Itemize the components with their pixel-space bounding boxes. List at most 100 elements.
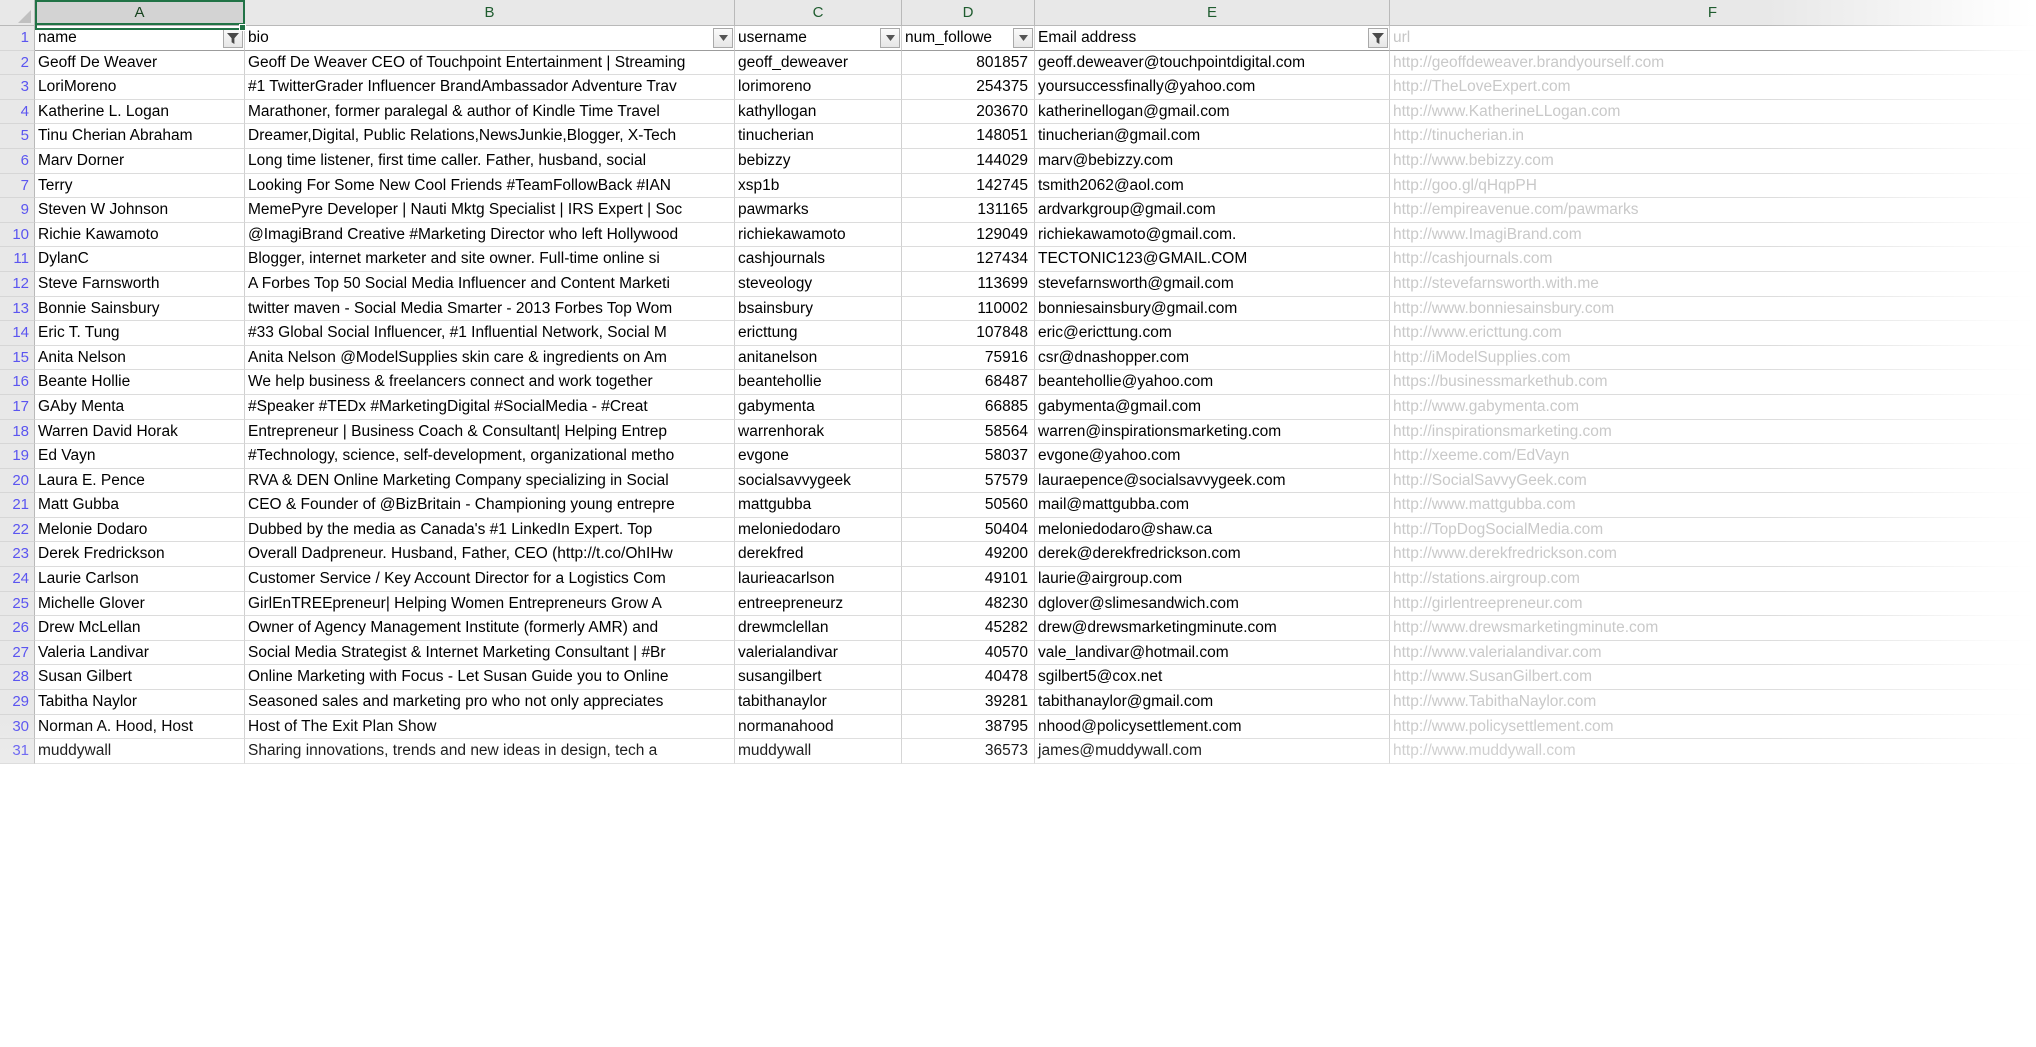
column-label-e[interactable]: Email address [1035, 26, 1390, 51]
cell-d26[interactable]: 45282 [902, 616, 1035, 641]
cell-b15[interactable]: Anita Nelson @ModelSupplies skin care & … [245, 345, 735, 371]
cell-b28[interactable]: Online Marketing with Focus - Let Susan … [245, 665, 735, 691]
row-number[interactable]: 7 [0, 173, 35, 199]
cell-d11[interactable]: 127434 [902, 247, 1035, 272]
row-number[interactable]: 17 [0, 394, 35, 420]
cell-d10[interactable]: 129049 [902, 222, 1035, 248]
cell-d21[interactable]: 50560 [902, 493, 1035, 518]
row-number[interactable]: 23 [0, 542, 35, 568]
cell-a16[interactable]: Beante Hollie [35, 370, 245, 395]
cell-b27[interactable]: Social Media Strategist & Internet Marke… [245, 640, 735, 666]
table-row[interactable]: 25 Michelle Glover GirlEnTREEpreneur| Help… [0, 591, 2036, 617]
table-row[interactable]: 9 Steven W Johnson MemePyre Developer | Na… [0, 198, 2036, 223]
cell-f13[interactable]: http://www.bonniesainsbury.com [1390, 296, 2036, 322]
cell-e17[interactable]: gabymenta@gmail.com [1035, 394, 1390, 420]
cell-f15[interactable]: http://iModelSupplies.com [1390, 345, 2036, 371]
cell-a20[interactable]: Laura E. Pence [35, 468, 245, 494]
cell-e2[interactable]: geoff.deweaver@touchpointdigital.com [1035, 50, 1390, 76]
cell-f18[interactable]: http://inspirationsmarketing.com [1390, 419, 2036, 445]
cell-e18[interactable]: warren@inspirationsmarketing.com [1035, 419, 1390, 445]
filter-dropdown-a[interactable] [223, 28, 243, 48]
cell-c23[interactable]: derekfred [735, 542, 902, 568]
row-number[interactable]: 26 [0, 616, 35, 641]
column-label-c[interactable]: username [735, 26, 902, 51]
cell-b13[interactable]: twitter maven - Social Media Smarter - 2… [245, 296, 735, 322]
cell-c12[interactable]: steveology [735, 271, 902, 297]
cell-b23[interactable]: Overall Dadpreneur. Husband, Father, CEO… [245, 542, 735, 568]
table-row[interactable]: 11 DylanC Blogger, internet marketer and s… [0, 247, 2036, 272]
cell-f28[interactable]: http://www.SusanGilbert.com [1390, 665, 2036, 691]
cell-d5[interactable]: 148051 [902, 124, 1035, 149]
cell-d4[interactable]: 203670 [902, 99, 1035, 125]
cell-f20[interactable]: http://SocialSavvyGeek.com [1390, 468, 2036, 494]
cell-f2[interactable]: http://geoffdeweaver.brandyourself.com [1390, 50, 2036, 76]
column-header-a[interactable]: A [35, 0, 245, 25]
row-number[interactable]: 25 [0, 591, 35, 617]
cell-f24[interactable]: http://stations.airgroup.com [1390, 567, 2036, 592]
cell-f6[interactable]: http://www.bebizzy.com [1390, 148, 2036, 174]
row-number[interactable]: 22 [0, 517, 35, 543]
cell-e22[interactable]: meloniedodaro@shaw.ca [1035, 517, 1390, 543]
cell-a18[interactable]: Warren David Horak [35, 419, 245, 445]
cell-a25[interactable]: Michelle Glover [35, 591, 245, 617]
cell-d15[interactable]: 75916 [902, 345, 1035, 371]
cell-b3[interactable]: #1 TwitterGrader Influencer BrandAmbassa… [245, 75, 735, 100]
table-row[interactable]: 4 Katherine L. Logan Marathoner, former pa… [0, 99, 2036, 125]
cell-c7[interactable]: xsp1b [735, 173, 902, 199]
spreadsheet-grid[interactable]: ABCDEF 1 name bio username num_followe Email… [0, 0, 2036, 1047]
cell-a22[interactable]: Melonie Dodaro [35, 517, 245, 543]
cell-d16[interactable]: 68487 [902, 370, 1035, 395]
table-row[interactable]: 10 Richie Kawamoto @ImagiBrand Creative #M… [0, 222, 2036, 248]
cell-b4[interactable]: Marathoner, former paralegal & author of… [245, 99, 735, 125]
cell-d19[interactable]: 58037 [902, 444, 1035, 469]
cell-b24[interactable]: Customer Service / Key Account Director … [245, 567, 735, 592]
cell-e4[interactable]: katherinellogan@gmail.com [1035, 99, 1390, 125]
row-number[interactable]: 16 [0, 370, 35, 395]
cell-d22[interactable]: 50404 [902, 517, 1035, 543]
cell-d31[interactable]: 36573 [902, 739, 1035, 764]
column-header-c[interactable]: C [735, 0, 902, 25]
cell-e11[interactable]: TECTONIC123@GMAIL.COM [1035, 247, 1390, 272]
cell-d7[interactable]: 142745 [902, 173, 1035, 199]
cell-b10[interactable]: @ImagiBrand Creative #Marketing Director… [245, 222, 735, 248]
table-row[interactable]: 18 Warren David Horak Entrepreneur | Busin… [0, 419, 2036, 445]
cell-d29[interactable]: 39281 [902, 690, 1035, 715]
grid-body[interactable]: 1 name bio username num_followe Email addres… [0, 26, 2036, 764]
cell-f22[interactable]: http://TopDogSocialMedia.com [1390, 517, 2036, 543]
table-row[interactable]: 20 Laura E. Pence RVA & DEN Online Marketi… [0, 468, 2036, 494]
cell-e10[interactable]: richiekawamoto@gmail.com. [1035, 222, 1390, 248]
cell-c6[interactable]: bebizzy [735, 148, 902, 174]
cell-a28[interactable]: Susan Gilbert [35, 665, 245, 691]
cell-e23[interactable]: derek@derekfredrickson.com [1035, 542, 1390, 568]
cell-e13[interactable]: bonniesainsbury@gmail.com [1035, 296, 1390, 322]
table-row[interactable]: 27 Valeria Landivar Social Media Strategis… [0, 640, 2036, 666]
cell-a7[interactable]: Terry [35, 173, 245, 199]
cell-c2[interactable]: geoff_deweaver [735, 50, 902, 76]
row-number[interactable]: 3 [0, 75, 35, 100]
cell-c20[interactable]: socialsavvygeek [735, 468, 902, 494]
cell-b22[interactable]: Dubbed by the media as Canada's #1 Linke… [245, 517, 735, 543]
cell-b21[interactable]: CEO & Founder of @BizBritain - Championi… [245, 493, 735, 518]
cell-d12[interactable]: 113699 [902, 271, 1035, 297]
table-row[interactable]: 7 Terry Looking For Some New Cool Friends … [0, 173, 2036, 199]
cell-d20[interactable]: 57579 [902, 468, 1035, 494]
cell-f5[interactable]: http://tinucherian.in [1390, 124, 2036, 149]
cell-a5[interactable]: Tinu Cherian Abraham [35, 124, 245, 149]
cell-a24[interactable]: Laurie Carlson [35, 567, 245, 592]
cell-b31[interactable]: Sharing innovations, trends and new idea… [245, 739, 735, 764]
cell-e3[interactable]: yoursuccessfinally@yahoo.com [1035, 75, 1390, 100]
cell-b29[interactable]: Seasoned sales and marketing pro who not… [245, 690, 735, 715]
cell-f7[interactable]: http://goo.gl/qHqpPH [1390, 173, 2036, 199]
cell-f17[interactable]: http://www.gabymenta.com [1390, 394, 2036, 420]
cell-f12[interactable]: http://stevefarnsworth.with.me [1390, 271, 2036, 297]
cell-d18[interactable]: 58564 [902, 419, 1035, 445]
cell-c26[interactable]: drewmclellan [735, 616, 902, 641]
cell-a17[interactable]: GAby Menta [35, 394, 245, 420]
column-header-f[interactable]: F [1390, 0, 2036, 25]
row-number[interactable]: 13 [0, 296, 35, 322]
column-header-b[interactable]: B [245, 0, 735, 25]
cell-d9[interactable]: 131165 [902, 198, 1035, 223]
cell-a30[interactable]: Norman A. Hood, Host [35, 714, 245, 740]
cell-a15[interactable]: Anita Nelson [35, 345, 245, 371]
cell-f27[interactable]: http://www.valerialandivar.com [1390, 640, 2036, 666]
